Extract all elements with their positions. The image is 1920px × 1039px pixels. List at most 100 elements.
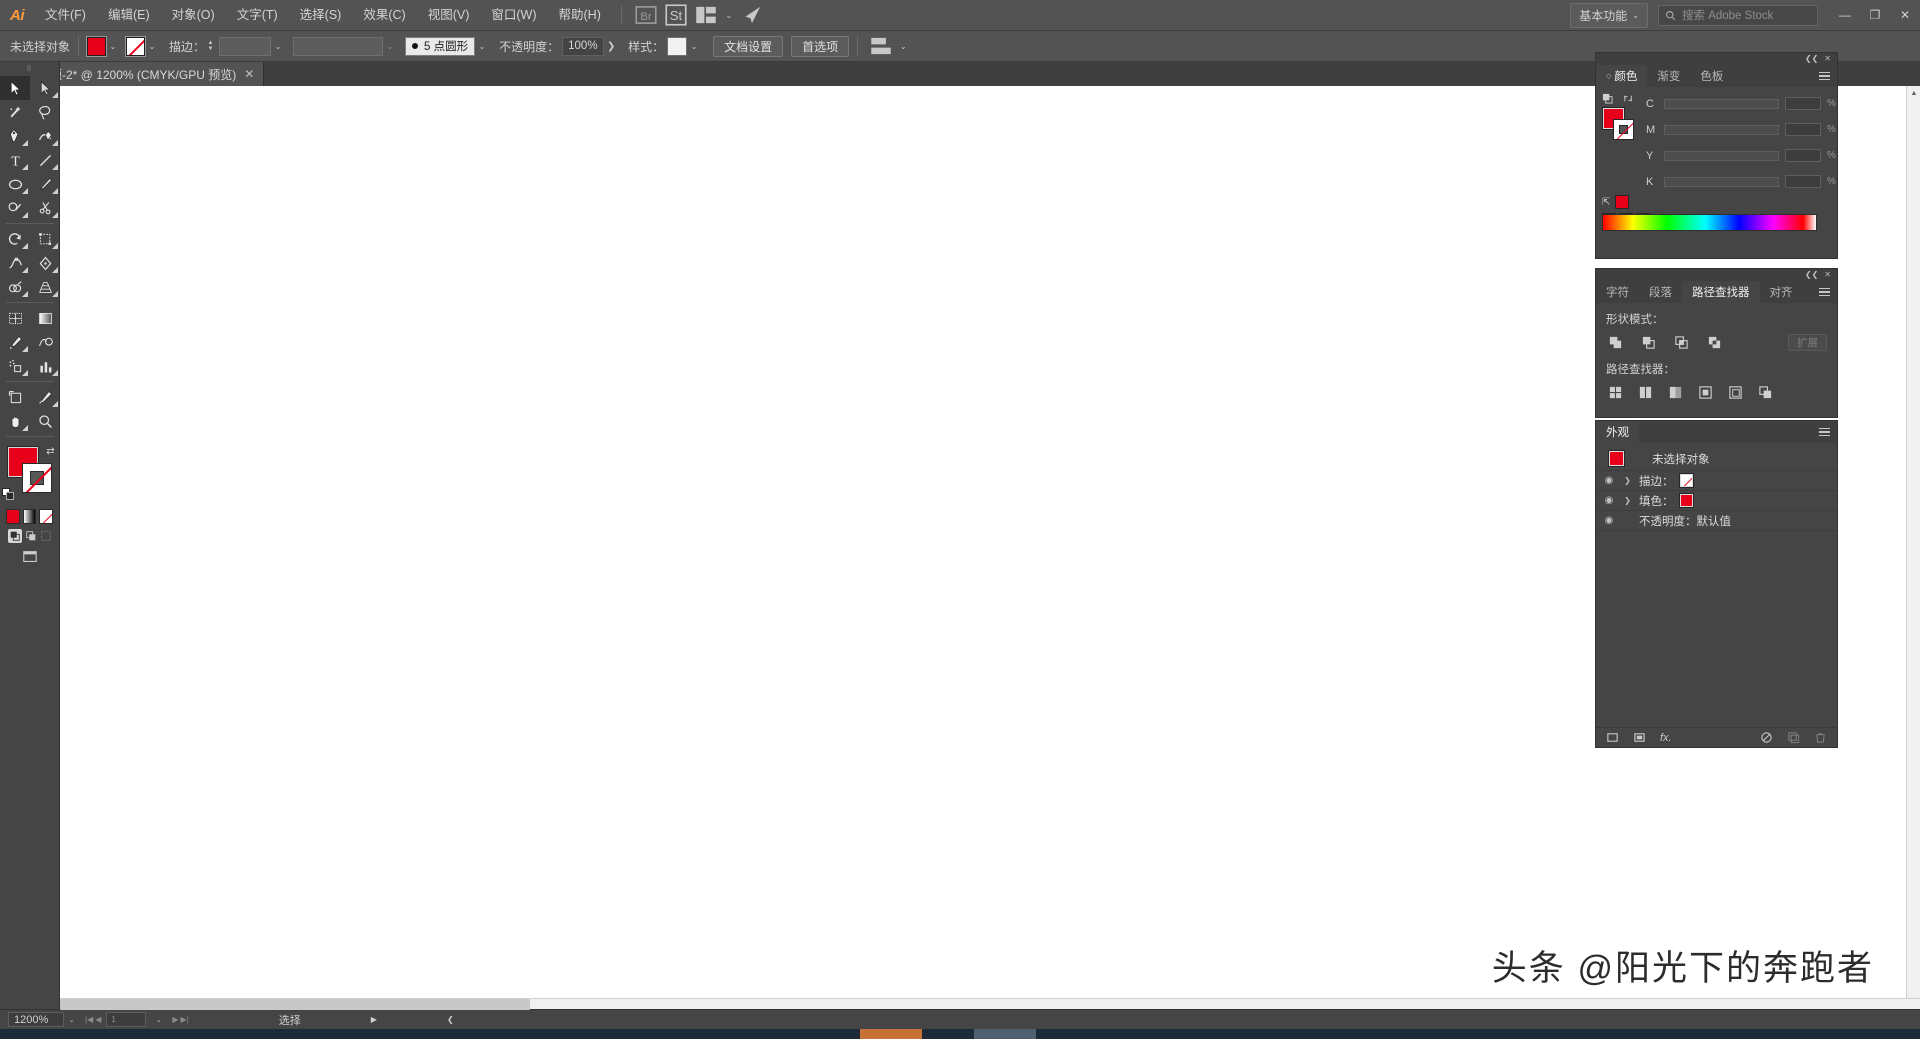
artboard-dropdown-icon[interactable]: ⌄: [151, 1012, 166, 1027]
eye-icon[interactable]: ◉: [1602, 495, 1616, 506]
artboard-number-input[interactable]: 1: [106, 1012, 147, 1027]
appearance-panel-menu-icon[interactable]: [1812, 421, 1837, 443]
tab-paragraph[interactable]: 段落: [1639, 281, 1682, 303]
draw-inside-mode[interactable]: [39, 529, 53, 543]
minimize-button[interactable]: —: [1830, 0, 1860, 31]
magenta-slider[interactable]: [1664, 124, 1779, 135]
exclude-button[interactable]: [1705, 334, 1724, 351]
artboard-tool[interactable]: [0, 385, 30, 409]
swap-fill-stroke-icon[interactable]: ⇄: [44, 445, 57, 458]
preferences-button[interactable]: 首选项: [791, 35, 850, 57]
tab-gradient[interactable]: 渐变: [1647, 65, 1690, 87]
taskbar-item-6[interactable]: [1036, 1029, 1920, 1039]
appearance-fill-row[interactable]: ◉ ❯ 填色：: [1596, 491, 1837, 511]
hand-tool[interactable]: [0, 409, 30, 433]
default-colors-icon[interactable]: ⇱: [1602, 197, 1610, 208]
tab-swatches[interactable]: 色板: [1690, 65, 1733, 87]
stroke-color-swatch[interactable]: [1613, 119, 1634, 140]
eraser-tool[interactable]: [30, 196, 60, 220]
align-icon[interactable]: [868, 35, 894, 57]
duplicate-item-button[interactable]: [1787, 731, 1800, 744]
close-icon[interactable]: ✕: [244, 67, 254, 81]
horizontal-scroll-thumb[interactable]: [60, 999, 530, 1010]
color-spectrum-bar[interactable]: [1602, 214, 1817, 231]
fill-color-swatch[interactable]: [1679, 494, 1693, 507]
opacity-input[interactable]: 100%: [562, 36, 605, 56]
intersect-button[interactable]: [1672, 334, 1691, 351]
close-icon[interactable]: ✕: [1824, 55, 1831, 63]
minus-front-button[interactable]: [1639, 334, 1658, 351]
width-tool[interactable]: [0, 251, 30, 275]
active-color-swatch[interactable]: [1615, 195, 1630, 209]
magenta-value-input[interactable]: [1785, 123, 1821, 136]
stroke-weight-stepper[interactable]: ▲ ▼: [205, 37, 216, 55]
delete-item-button[interactable]: [1814, 731, 1827, 744]
status-menu-icon[interactable]: ▶: [371, 1015, 377, 1024]
chevron-down-icon[interactable]: ⌄: [145, 37, 159, 55]
perspective-grid-tool[interactable]: [30, 275, 60, 299]
screen-mode-button[interactable]: [0, 543, 59, 565]
menu-type[interactable]: 文字(T): [226, 0, 289, 31]
tab-align[interactable]: 对齐: [1760, 281, 1803, 303]
minus-back-button[interactable]: [1756, 384, 1775, 401]
tab-appearance[interactable]: 外观: [1596, 421, 1639, 443]
draw-behind-mode[interactable]: [24, 529, 38, 543]
search-input[interactable]: 搜索 Adobe Stock: [1658, 4, 1818, 26]
collapse-icon[interactable]: ❮❮: [1805, 55, 1818, 63]
gradient-tool[interactable]: [30, 306, 60, 330]
eye-icon[interactable]: ◉: [1602, 515, 1616, 526]
line-segment-tool[interactable]: [30, 148, 60, 172]
menu-object[interactable]: 对象(O): [161, 0, 226, 31]
stroke-color-swatch[interactable]: [1679, 474, 1693, 487]
menu-effect[interactable]: 效果(C): [352, 0, 416, 31]
cyan-value-input[interactable]: [1785, 97, 1821, 110]
taskbar-item-1[interactable]: [0, 1029, 830, 1039]
chevron-down-icon[interactable]: ⌄: [896, 37, 910, 55]
swap-fill-stroke-icon[interactable]: [1623, 93, 1634, 104]
appearance-opacity-row[interactable]: ◉ 不透明度：默认值: [1596, 511, 1837, 531]
cyan-slider[interactable]: [1664, 98, 1779, 109]
outline-button[interactable]: [1726, 384, 1745, 401]
menu-edit[interactable]: 编辑(E): [97, 0, 161, 31]
magic-wand-tool[interactable]: [0, 100, 30, 124]
ellipse-tool[interactable]: [0, 172, 30, 196]
status-scroll-left-icon[interactable]: ❮: [447, 1015, 454, 1024]
zoom-level-input[interactable]: 1200%: [8, 1012, 64, 1027]
variable-width-profile-select[interactable]: 5 点圆形: [405, 36, 476, 56]
column-graph-tool[interactable]: [30, 354, 60, 378]
selection-tool[interactable]: [0, 76, 30, 100]
pathfinder-panel-menu-icon[interactable]: [1812, 281, 1837, 303]
tab-character[interactable]: 字符: [1596, 281, 1639, 303]
rotate-tool[interactable]: [0, 227, 30, 251]
slice-tool[interactable]: [30, 385, 60, 409]
fill-color-swatch[interactable]: [87, 36, 107, 56]
chevron-down-icon[interactable]: ⌄: [687, 37, 701, 55]
canvas-vertical-scrollbar[interactable]: ▲ ▼: [1906, 86, 1920, 1019]
stroke-weight-input[interactable]: [219, 36, 272, 56]
chevron-right-icon[interactable]: ❯: [1622, 476, 1633, 485]
chevron-down-icon[interactable]: ⌄: [106, 37, 120, 55]
object-fill-swatch[interactable]: [1609, 451, 1624, 466]
appearance-stroke-row[interactable]: ◉ ❯ 描边：: [1596, 471, 1837, 491]
chevron-down-icon[interactable]: ⌄: [475, 37, 489, 55]
menu-select[interactable]: 选择(S): [289, 0, 353, 31]
fill-indicator-icon[interactable]: [1602, 93, 1613, 104]
chevron-down-icon[interactable]: ⌄: [383, 37, 397, 55]
last-artboard-button[interactable]: ▶|: [181, 1015, 189, 1024]
type-tool[interactable]: T: [0, 148, 30, 172]
unite-button[interactable]: [1606, 334, 1625, 351]
clear-appearance-button[interactable]: [1760, 731, 1773, 744]
free-transform-tool[interactable]: [30, 251, 60, 275]
add-new-stroke-button[interactable]: [1606, 731, 1619, 744]
stock-icon[interactable]: St: [663, 4, 689, 26]
pen-tool[interactable]: [0, 124, 30, 148]
pencil-tool[interactable]: [0, 196, 30, 220]
expand-button[interactable]: 扩展: [1788, 334, 1827, 351]
canvas-horizontal-scrollbar[interactable]: [60, 998, 1920, 1010]
gradient-button[interactable]: [22, 509, 37, 524]
zoom-tool[interactable]: [30, 409, 60, 433]
lasso-tool[interactable]: [30, 100, 60, 124]
add-new-fill-button[interactable]: [1633, 731, 1646, 744]
tab-color[interactable]: ◇ 颜色: [1596, 65, 1648, 87]
close-icon[interactable]: ✕: [1824, 271, 1831, 279]
